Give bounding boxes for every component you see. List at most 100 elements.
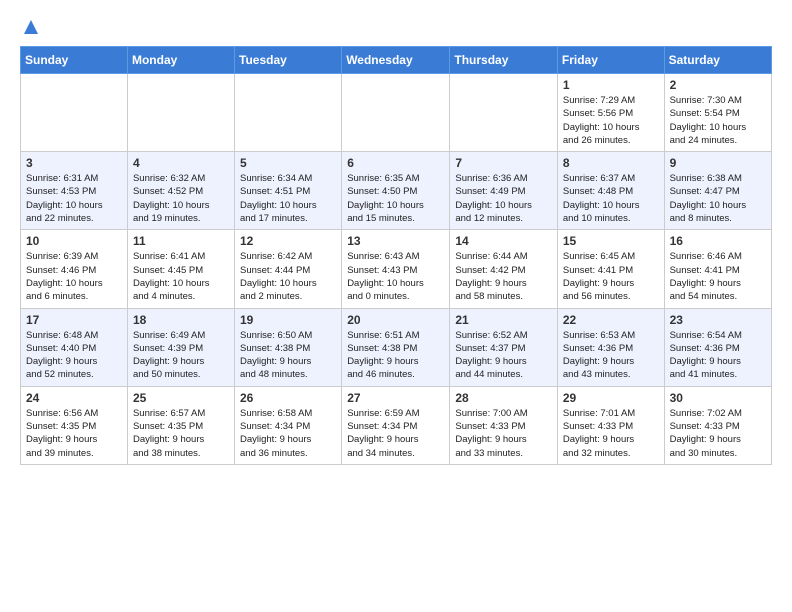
calendar-cell: 3 Sunrise: 6:31 AM Sunset: 4:53 PM Daylig… — [21, 152, 128, 230]
calendar-cell: 21Sunrise: 6:52 AM Sunset: 4:37 PM Dayli… — [450, 308, 558, 386]
calendar-cell: 17 Sunrise: 6:48 AM Sunset: 4:40 PM Dayli… — [21, 308, 128, 386]
day-number: 23 — [670, 313, 766, 327]
day-info: Sunrise: 6:35 AM Sunset: 4:50 PM Dayligh… — [347, 172, 444, 225]
day-info: Sunrise: 6:44 AM Sunset: 4:42 PM Dayligh… — [455, 250, 552, 303]
day-number: 26 — [240, 391, 336, 405]
day-info: Sunrise: 6:41 AM Sunset: 4:45 PM Dayligh… — [133, 250, 229, 303]
day-number: 30 — [670, 391, 766, 405]
day-number: 10 — [26, 234, 122, 248]
day-number: 16 — [670, 234, 766, 248]
day-number: 3 — [26, 156, 122, 170]
calendar-week-1: 1 Sunrise: 7:29 AM Sunset: 5:56 PM Daylig… — [21, 74, 772, 152]
calendar-cell: 1 Sunrise: 7:29 AM Sunset: 5:56 PM Daylig… — [557, 74, 664, 152]
day-header-saturday: Saturday — [664, 47, 771, 74]
day-number: 14 — [455, 234, 552, 248]
day-info: Sunrise: 6:54 AM Sunset: 4:36 PM Dayligh… — [670, 329, 766, 382]
calendar-cell: 25 Sunrise: 6:57 AM Sunset: 4:35 PM Dayli… — [127, 386, 234, 464]
calendar-week-3: 10 Sunrise: 6:39 AM Sunset: 4:46 PM Dayli… — [21, 230, 772, 308]
day-info: Sunrise: 6:50 AM Sunset: 4:38 PM Dayligh… — [240, 329, 336, 382]
day-info: Sunrise: 7:01 AM Sunset: 4:33 PM Dayligh… — [563, 407, 659, 460]
day-info: Sunrise: 6:31 AM Sunset: 4:53 PM Dayligh… — [26, 172, 122, 225]
day-number: 15 — [563, 234, 659, 248]
calendar-cell: 15 Sunrise: 6:45 AM Sunset: 4:41 PM Dayli… — [557, 230, 664, 308]
day-info: Sunrise: 6:46 AM Sunset: 4:41 PM Dayligh… — [670, 250, 766, 303]
day-number: 5 — [240, 156, 336, 170]
day-info: Sunrise: 6:57 AM Sunset: 4:35 PM Dayligh… — [133, 407, 229, 460]
day-number: 1 — [563, 78, 659, 92]
calendar-cell: 26 Sunrise: 6:58 AM Sunset: 4:34 PM Dayli… — [235, 386, 342, 464]
day-header-friday: Friday — [557, 47, 664, 74]
calendar-cell: 4Sunrise: 6:32 AM Sunset: 4:52 PM Daylig… — [127, 152, 234, 230]
day-number: 25 — [133, 391, 229, 405]
day-number: 9 — [670, 156, 766, 170]
day-number: 21 — [455, 313, 552, 327]
calendar-cell: 30 Sunrise: 7:02 AM Sunset: 4:33 PM Dayli… — [664, 386, 771, 464]
day-info: Sunrise: 6:38 AM Sunset: 4:47 PM Dayligh… — [670, 172, 766, 225]
day-number: 20 — [347, 313, 444, 327]
calendar-cell — [450, 74, 558, 152]
calendar-cell: 5Sunrise: 6:34 AM Sunset: 4:51 PM Daylig… — [235, 152, 342, 230]
day-info: Sunrise: 6:53 AM Sunset: 4:36 PM Dayligh… — [563, 329, 659, 382]
calendar-cell: 9 Sunrise: 6:38 AM Sunset: 4:47 PM Daylig… — [664, 152, 771, 230]
calendar-cell: 11 Sunrise: 6:41 AM Sunset: 4:45 PM Dayli… — [127, 230, 234, 308]
day-header-wednesday: Wednesday — [342, 47, 450, 74]
calendar-table: SundayMondayTuesdayWednesdayThursdayFrid… — [20, 46, 772, 465]
day-info: Sunrise: 6:32 AM Sunset: 4:52 PM Dayligh… — [133, 172, 229, 225]
calendar-cell — [235, 74, 342, 152]
calendar-cell — [21, 74, 128, 152]
calendar-cell: 7 Sunrise: 6:36 AM Sunset: 4:49 PM Daylig… — [450, 152, 558, 230]
day-info: Sunrise: 6:49 AM Sunset: 4:39 PM Dayligh… — [133, 329, 229, 382]
day-info: Sunrise: 6:42 AM Sunset: 4:44 PM Dayligh… — [240, 250, 336, 303]
calendar-week-2: 3 Sunrise: 6:31 AM Sunset: 4:53 PM Daylig… — [21, 152, 772, 230]
day-number: 22 — [563, 313, 659, 327]
day-number: 11 — [133, 234, 229, 248]
calendar-cell: 10 Sunrise: 6:39 AM Sunset: 4:46 PM Dayli… — [21, 230, 128, 308]
calendar-cell: 2Sunrise: 7:30 AM Sunset: 5:54 PM Daylig… — [664, 74, 771, 152]
day-header-sunday: Sunday — [21, 47, 128, 74]
day-info: Sunrise: 7:00 AM Sunset: 4:33 PM Dayligh… — [455, 407, 552, 460]
day-info: Sunrise: 6:39 AM Sunset: 4:46 PM Dayligh… — [26, 250, 122, 303]
calendar-header-row: SundayMondayTuesdayWednesdayThursdayFrid… — [21, 47, 772, 74]
day-info: Sunrise: 6:59 AM Sunset: 4:34 PM Dayligh… — [347, 407, 444, 460]
page: SundayMondayTuesdayWednesdayThursdayFrid… — [0, 0, 792, 485]
day-number: 27 — [347, 391, 444, 405]
day-number: 7 — [455, 156, 552, 170]
logo-icon — [22, 18, 40, 36]
day-info: Sunrise: 7:02 AM Sunset: 4:33 PM Dayligh… — [670, 407, 766, 460]
day-info: Sunrise: 6:58 AM Sunset: 4:34 PM Dayligh… — [240, 407, 336, 460]
calendar-cell: 16 Sunrise: 6:46 AM Sunset: 4:41 PM Dayli… — [664, 230, 771, 308]
calendar-cell: 29 Sunrise: 7:01 AM Sunset: 4:33 PM Dayli… — [557, 386, 664, 464]
calendar-cell: 24 Sunrise: 6:56 AM Sunset: 4:35 PM Dayli… — [21, 386, 128, 464]
header — [20, 20, 772, 36]
calendar-cell: 28Sunrise: 7:00 AM Sunset: 4:33 PM Dayli… — [450, 386, 558, 464]
calendar-week-4: 17 Sunrise: 6:48 AM Sunset: 4:40 PM Dayli… — [21, 308, 772, 386]
calendar-cell: 14 Sunrise: 6:44 AM Sunset: 4:42 PM Dayli… — [450, 230, 558, 308]
day-number: 8 — [563, 156, 659, 170]
day-info: Sunrise: 6:51 AM Sunset: 4:38 PM Dayligh… — [347, 329, 444, 382]
day-number: 13 — [347, 234, 444, 248]
day-number: 29 — [563, 391, 659, 405]
day-info: Sunrise: 7:29 AM Sunset: 5:56 PM Dayligh… — [563, 94, 659, 147]
day-number: 17 — [26, 313, 122, 327]
day-header-tuesday: Tuesday — [235, 47, 342, 74]
day-info: Sunrise: 6:56 AM Sunset: 4:35 PM Dayligh… — [26, 407, 122, 460]
day-info: Sunrise: 6:43 AM Sunset: 4:43 PM Dayligh… — [347, 250, 444, 303]
day-info: Sunrise: 6:37 AM Sunset: 4:48 PM Dayligh… — [563, 172, 659, 225]
day-number: 24 — [26, 391, 122, 405]
day-number: 12 — [240, 234, 336, 248]
day-header-thursday: Thursday — [450, 47, 558, 74]
day-info: Sunrise: 6:36 AM Sunset: 4:49 PM Dayligh… — [455, 172, 552, 225]
calendar-cell: 19Sunrise: 6:50 AM Sunset: 4:38 PM Dayli… — [235, 308, 342, 386]
logo — [20, 20, 40, 36]
calendar-cell: 23 Sunrise: 6:54 AM Sunset: 4:36 PM Dayli… — [664, 308, 771, 386]
calendar-cell — [127, 74, 234, 152]
day-info: Sunrise: 6:48 AM Sunset: 4:40 PM Dayligh… — [26, 329, 122, 382]
calendar-cell: 12 Sunrise: 6:42 AM Sunset: 4:44 PM Dayli… — [235, 230, 342, 308]
day-number: 6 — [347, 156, 444, 170]
day-number: 18 — [133, 313, 229, 327]
calendar-cell: 20 Sunrise: 6:51 AM Sunset: 4:38 PM Dayli… — [342, 308, 450, 386]
calendar-cell: 13 Sunrise: 6:43 AM Sunset: 4:43 PM Dayli… — [342, 230, 450, 308]
day-info: Sunrise: 7:30 AM Sunset: 5:54 PM Dayligh… — [670, 94, 766, 147]
day-info: Sunrise: 6:45 AM Sunset: 4:41 PM Dayligh… — [563, 250, 659, 303]
calendar-week-5: 24 Sunrise: 6:56 AM Sunset: 4:35 PM Dayli… — [21, 386, 772, 464]
